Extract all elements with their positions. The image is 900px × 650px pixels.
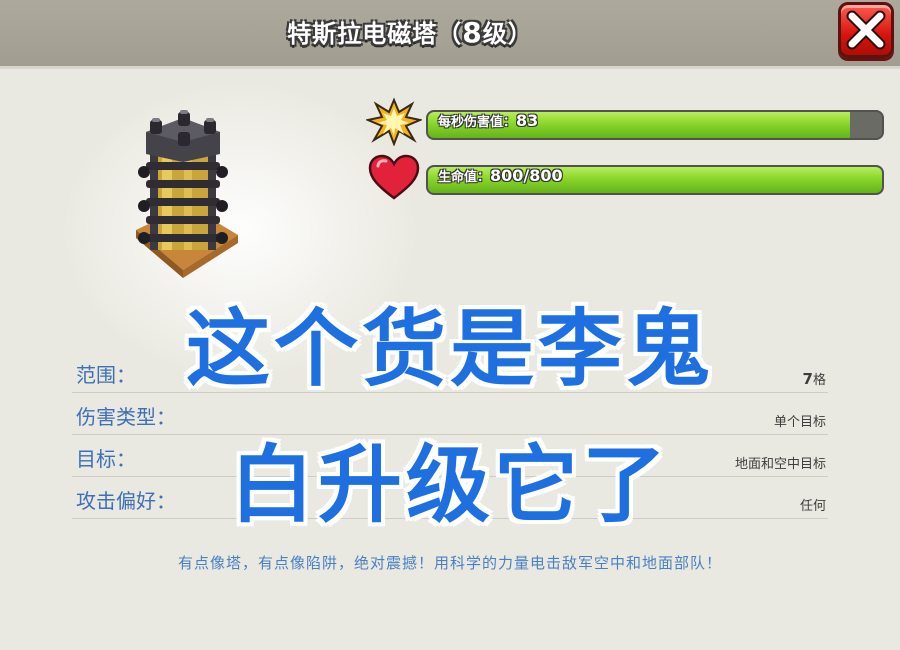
hp-value: 800/800	[490, 166, 563, 185]
close-button[interactable]	[838, 2, 894, 58]
overlay-caption-line1: 这个货是李鬼	[185, 300, 714, 398]
title-level: 8	[462, 16, 483, 49]
hp-label-text: 生命值：	[438, 170, 491, 185]
overlay-caption-line2: 白升级它了	[229, 436, 670, 534]
page-title: 特斯拉电磁塔（8级）	[0, 14, 820, 49]
dps-label: 每秒伤害值：83	[438, 111, 539, 130]
hp-label: 生命值：800/800	[438, 166, 563, 185]
dps-bar: 每秒伤害值：83	[426, 110, 884, 140]
dps-value: 83	[516, 111, 539, 130]
title-suffix: 级）	[482, 20, 533, 48]
dps-label-text: 每秒伤害值：	[438, 115, 517, 130]
description-text: 有点像塔，有点像陷阱，绝对震撼！用科学的力量电击敌军空中和地面部队！	[177, 554, 722, 572]
title-bar: 特斯拉电磁塔（8级）	[0, 0, 900, 69]
damage-explosion-icon	[364, 96, 424, 150]
title-prefix: 特斯拉电磁塔（	[287, 20, 463, 48]
close-icon	[841, 5, 891, 55]
hp-bar: 生命值：800/800	[426, 165, 884, 195]
heart-icon	[368, 154, 420, 206]
tesla-tower-image	[128, 110, 238, 284]
